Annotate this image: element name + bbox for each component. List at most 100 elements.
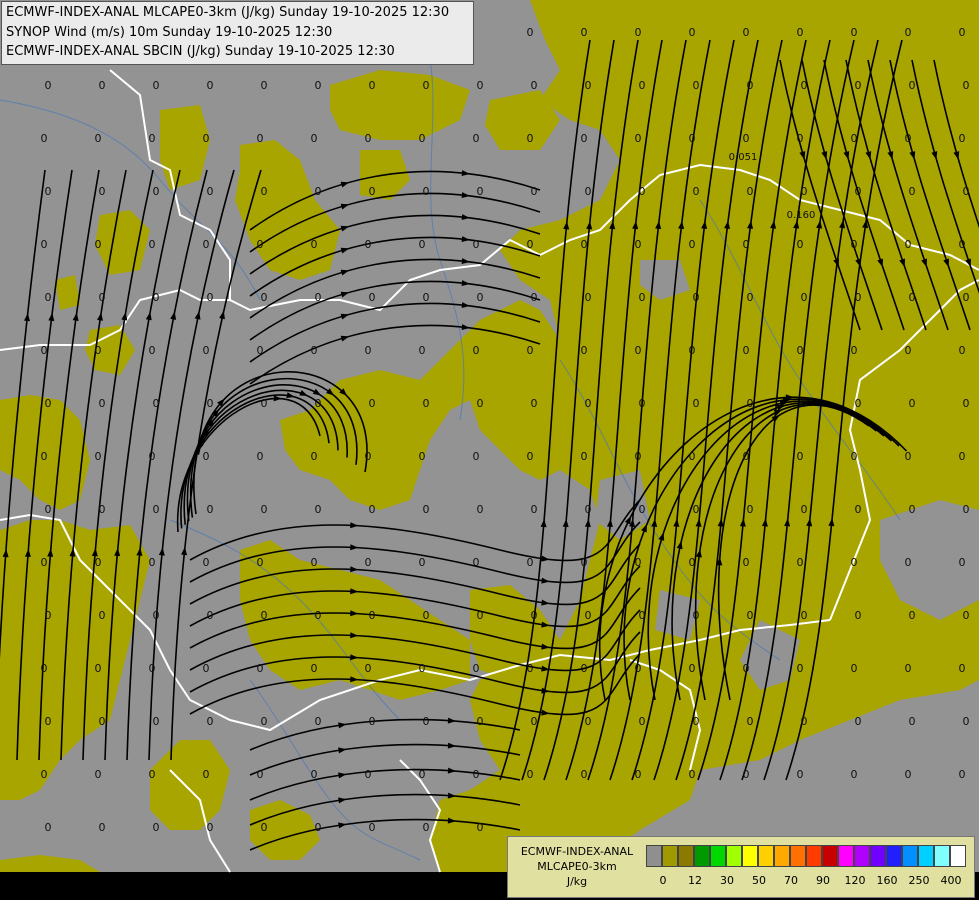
legend-swatch-7 — [742, 845, 758, 867]
cin-value-201: 0 — [639, 609, 646, 622]
cin-value-253: 0 — [527, 768, 534, 781]
cin-value-121: 0 — [207, 397, 214, 410]
legend-swatch-4 — [694, 845, 710, 867]
cin-value-266: 0 — [261, 821, 268, 834]
cin-value-163: 0 — [531, 503, 538, 516]
cin-value-100: 0 — [41, 344, 48, 357]
cin-value-181: 0 — [527, 556, 534, 569]
cin-value-104: 0 — [257, 344, 264, 357]
cin-value-90: 0 — [477, 291, 484, 304]
cin-value-118: 0 — [45, 397, 52, 410]
cin-value-254: 0 — [581, 768, 588, 781]
cin-value-30: 0 — [149, 132, 156, 145]
cin-value-39: 0 — [635, 132, 642, 145]
cin-value-95: 0 — [747, 291, 754, 304]
cin-value-193: 0 — [207, 609, 214, 622]
cin-value-151: 0 — [851, 450, 858, 463]
cin-value-41: 0 — [743, 132, 750, 145]
legend-tick-70: 70 — [784, 874, 798, 887]
cin-value-215: 0 — [419, 662, 426, 675]
weather-map: 0 0 0 0 0 0 0 0 0 0 0 0 0 0 0 0 0 0 0 0 0 0 0 0 0 0 0 0 0 0 0 0 0 0 0 0 0 0 0 0… — [0, 0, 979, 873]
cin-value-217: 0 — [527, 662, 534, 675]
cin-value-75: 0 — [635, 238, 642, 251]
cin-value-49: 0 — [207, 185, 214, 198]
cin-value-148: 0 — [689, 450, 696, 463]
cin-value-83: 0 — [99, 291, 106, 304]
cin-value-230: 0 — [261, 715, 268, 728]
cin-value-147: 0 — [635, 450, 642, 463]
cin-value-109: 0 — [527, 344, 534, 357]
cin-value-65: 0 — [95, 238, 102, 251]
cin-value-76: 0 — [689, 238, 696, 251]
cin-value-50: 0 — [261, 185, 268, 198]
cin-value-19: 0 — [531, 79, 538, 92]
cin-value-219: 0 — [635, 662, 642, 675]
cin-value-251: 0 — [419, 768, 426, 781]
cin-value-42: 0 — [797, 132, 804, 145]
cin-value-150: 0 — [797, 450, 804, 463]
legend-tick-0: 0 — [659, 874, 667, 887]
cin-value-51: 0 — [315, 185, 322, 198]
cin-value-244: 0 — [41, 768, 48, 781]
cin-value-243: 0 — [963, 715, 970, 728]
cin-value-212: 0 — [257, 662, 264, 675]
legend-swatch-18 — [918, 845, 934, 867]
cin-value-145: 0 — [527, 450, 534, 463]
cin-value-130: 0 — [693, 397, 700, 410]
legend-swatch-5 — [710, 845, 726, 867]
cin-value-28: 0 — [41, 132, 48, 145]
cin-value-119: 0 — [99, 397, 106, 410]
cin-value-92: 0 — [585, 291, 592, 304]
cin-value-211: 0 — [203, 662, 210, 675]
cin-value-85: 0 — [207, 291, 214, 304]
cin-value-72: 0 — [473, 238, 480, 251]
cin-value-110: 0 — [581, 344, 588, 357]
cin-value-209: 0 — [95, 662, 102, 675]
cin-value-64: 0 — [41, 238, 48, 251]
cin-value-261: 0 — [959, 768, 966, 781]
legend-tick-250: 250 — [908, 874, 930, 887]
cin-value-171: 0 — [963, 503, 970, 516]
cin-value-11: 0 — [99, 79, 106, 92]
legend-tick-12: 12 — [688, 874, 702, 887]
cin-value-270: 0 — [477, 821, 484, 834]
cin-value-245: 0 — [95, 768, 102, 781]
cin-value-70: 0 — [365, 238, 372, 251]
cin-value-199: 0 — [531, 609, 538, 622]
cin-value-175: 0 — [203, 556, 210, 569]
cin-value-154: 0 — [45, 503, 52, 516]
cin-extra-value-1: 0.051 — [729, 152, 758, 163]
legend-swatch-20 — [950, 845, 966, 867]
cin-value-14: 0 — [261, 79, 268, 92]
cin-value-218: 0 — [581, 662, 588, 675]
cin-value-173: 0 — [95, 556, 102, 569]
legend-swatch-19 — [934, 845, 950, 867]
cin-value-223: 0 — [851, 662, 858, 675]
cin-value-117: 0 — [959, 344, 966, 357]
cin-value-159: 0 — [315, 503, 322, 516]
cin-value-166: 0 — [693, 503, 700, 516]
cin-value-57: 0 — [639, 185, 646, 198]
cin-value-246: 0 — [149, 768, 156, 781]
cin-value-146: 0 — [581, 450, 588, 463]
cin-value-7: 0 — [851, 26, 858, 39]
legend-swatch-15 — [870, 845, 886, 867]
cin-value-98: 0 — [909, 291, 916, 304]
cin-value-60: 0 — [801, 185, 808, 198]
cin-value-25: 0 — [855, 79, 862, 92]
cin-value-237: 0 — [639, 715, 646, 728]
cin-value-125: 0 — [423, 397, 430, 410]
cin-value-133: 0 — [855, 397, 862, 410]
cin-value-214: 0 — [365, 662, 372, 675]
cin-value-132: 0 — [801, 397, 808, 410]
cin-value-162: 0 — [477, 503, 484, 516]
cin-value-94: 0 — [693, 291, 700, 304]
cin-value-23: 0 — [747, 79, 754, 92]
cin-value-176: 0 — [257, 556, 264, 569]
cin-value-66: 0 — [149, 238, 156, 251]
cin-value-226: 0 — [45, 715, 52, 728]
legend-swatch-8 — [758, 845, 774, 867]
cin-value-127: 0 — [531, 397, 538, 410]
cin-value-114: 0 — [797, 344, 804, 357]
cin-value-105: 0 — [311, 344, 318, 357]
